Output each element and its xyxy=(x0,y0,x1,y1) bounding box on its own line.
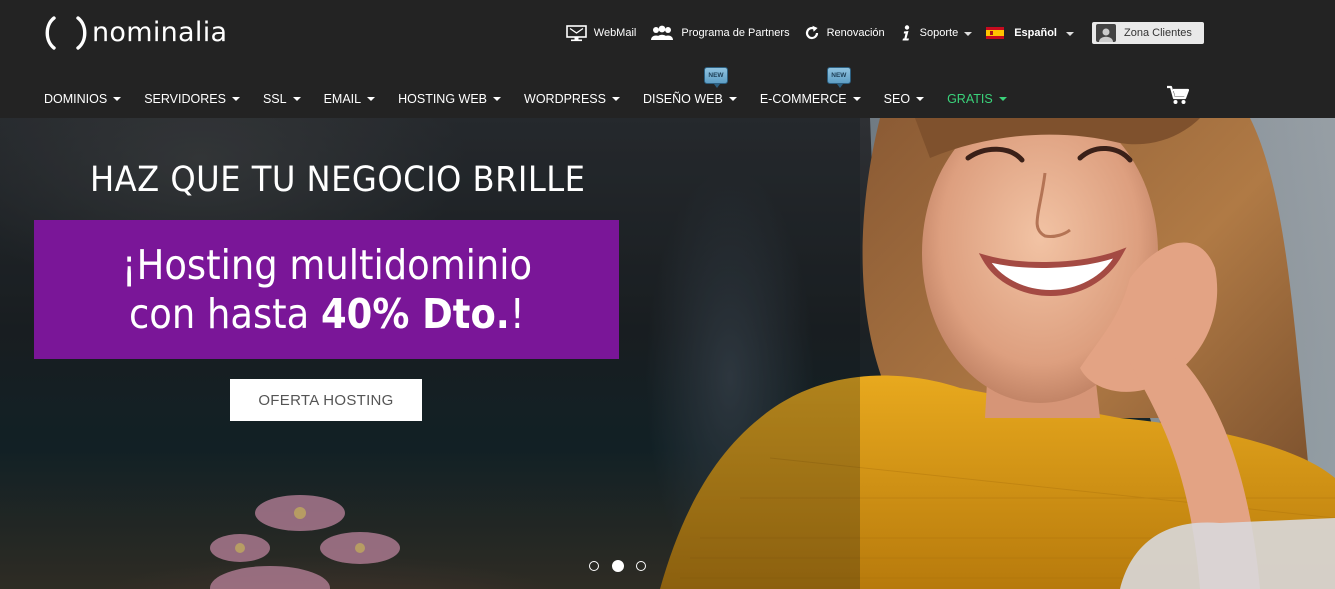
language-label: Español xyxy=(1014,27,1057,39)
nav-item-label: WORDPRESS xyxy=(524,92,606,106)
logo-text: nominalia xyxy=(92,16,228,48)
renovacion-label: Renovación xyxy=(826,27,885,39)
chevron-down-icon xyxy=(292,97,301,101)
refresh-icon xyxy=(805,25,818,40)
carousel-pagination xyxy=(589,560,659,572)
hero-banner: HAZ QUE TU NEGOCIO BRILLE ¡Hosting multi… xyxy=(0,118,1335,589)
logo-brackets-icon xyxy=(44,15,90,50)
promo-discount: 40% Dto. xyxy=(320,289,510,338)
nav-item-label: DOMINIOS xyxy=(44,92,108,106)
chevron-down-icon xyxy=(113,97,122,101)
nav-item-label: SEO xyxy=(883,92,911,106)
promo-box: ¡Hosting multidominio con hasta 40% Dto.… xyxy=(34,220,619,359)
chevron-down-icon xyxy=(964,31,973,36)
nav-item-label: SSL xyxy=(262,92,287,106)
site-header: nominalia WebMail Programa de Partners R… xyxy=(0,0,1335,118)
cart-button[interactable] xyxy=(1167,85,1190,110)
carousel-dot-3[interactable] xyxy=(636,561,646,571)
promo-line-2-suffix: ! xyxy=(509,289,525,338)
nav-item-label: E-COMMERCE xyxy=(759,92,847,106)
info-icon xyxy=(902,24,909,40)
chevron-down-icon xyxy=(728,97,737,101)
partners-label: Programa de Partners xyxy=(681,27,790,39)
new-badge: NEW xyxy=(826,67,851,88)
renovacion-link[interactable]: Renovación xyxy=(804,25,885,41)
nav-item-e-commerce[interactable]: NEW E-COMMERCE xyxy=(759,67,861,106)
chevron-down-icon xyxy=(611,97,620,101)
hero-title: HAZ QUE TU NEGOCIO BRILLE xyxy=(90,160,586,200)
chevron-down-icon xyxy=(916,97,925,101)
webmail-label: WebMail xyxy=(593,27,637,39)
nav-item-email[interactable]: EMAIL xyxy=(324,92,376,106)
chevron-down-icon xyxy=(367,97,376,101)
promo-line-1: ¡Hosting multidominio xyxy=(121,240,532,289)
carousel-dot-2[interactable] xyxy=(612,560,624,572)
spain-flag-icon xyxy=(986,27,1005,39)
oferta-hosting-button[interactable]: OFERTA HOSTING xyxy=(230,379,422,421)
user-icon xyxy=(1096,24,1116,42)
chevron-down-icon xyxy=(1066,31,1074,36)
promo-line-2: con hasta 40% Dto.! xyxy=(129,290,525,339)
chevron-down-icon xyxy=(493,97,502,101)
cart-icon xyxy=(1167,85,1190,104)
nav-item-label: EMAIL xyxy=(323,92,362,106)
carousel-dot-1[interactable] xyxy=(589,561,599,571)
promo-line-2-prefix: con hasta xyxy=(128,289,321,338)
top-utility-bar: WebMail Programa de Partners Renovación … xyxy=(565,20,1335,46)
webmail-link[interactable]: WebMail xyxy=(565,24,637,42)
soporte-dropdown[interactable]: Soporte xyxy=(899,24,973,42)
nav-item-seo[interactable]: SEO xyxy=(883,92,925,106)
nav-item-label: DISEÑO WEB xyxy=(642,92,723,106)
nominalia-logo[interactable]: nominalia xyxy=(44,14,227,50)
chevron-down-icon xyxy=(998,97,1007,101)
nav-item-gratis[interactable]: GRATIS xyxy=(947,92,1007,106)
chevron-down-icon xyxy=(852,97,861,101)
main-navigation: DOMINIOS SERVIDORES SSL EMAIL HOSTING WE… xyxy=(44,67,1030,107)
nav-item-ssl[interactable]: SSL xyxy=(263,92,301,106)
nav-item-label: SERVIDORES xyxy=(144,92,226,106)
zona-clientes-label: Zona Clientes xyxy=(1124,27,1192,39)
nav-item-dominios[interactable]: DOMINIOS xyxy=(44,92,122,106)
nav-item-label: GRATIS xyxy=(947,92,993,106)
users-icon xyxy=(651,25,674,40)
nav-item-label: HOSTING WEB xyxy=(398,92,488,106)
monitor-icon xyxy=(565,24,587,41)
nav-item-hosting-web[interactable]: HOSTING WEB xyxy=(398,92,502,106)
nav-item-diseno-web[interactable]: NEW DISEÑO WEB xyxy=(642,67,737,106)
nav-item-wordpress[interactable]: WORDPRESS xyxy=(524,92,620,106)
chevron-down-icon xyxy=(231,97,240,101)
zona-clientes-button[interactable]: Zona Clientes xyxy=(1092,22,1204,44)
partners-link[interactable]: Programa de Partners xyxy=(650,25,790,41)
language-selector[interactable]: Español xyxy=(986,27,1074,39)
soporte-label: Soporte xyxy=(919,27,959,39)
nav-item-servidores[interactable]: SERVIDORES xyxy=(144,92,240,106)
new-badge: NEW xyxy=(703,67,728,88)
